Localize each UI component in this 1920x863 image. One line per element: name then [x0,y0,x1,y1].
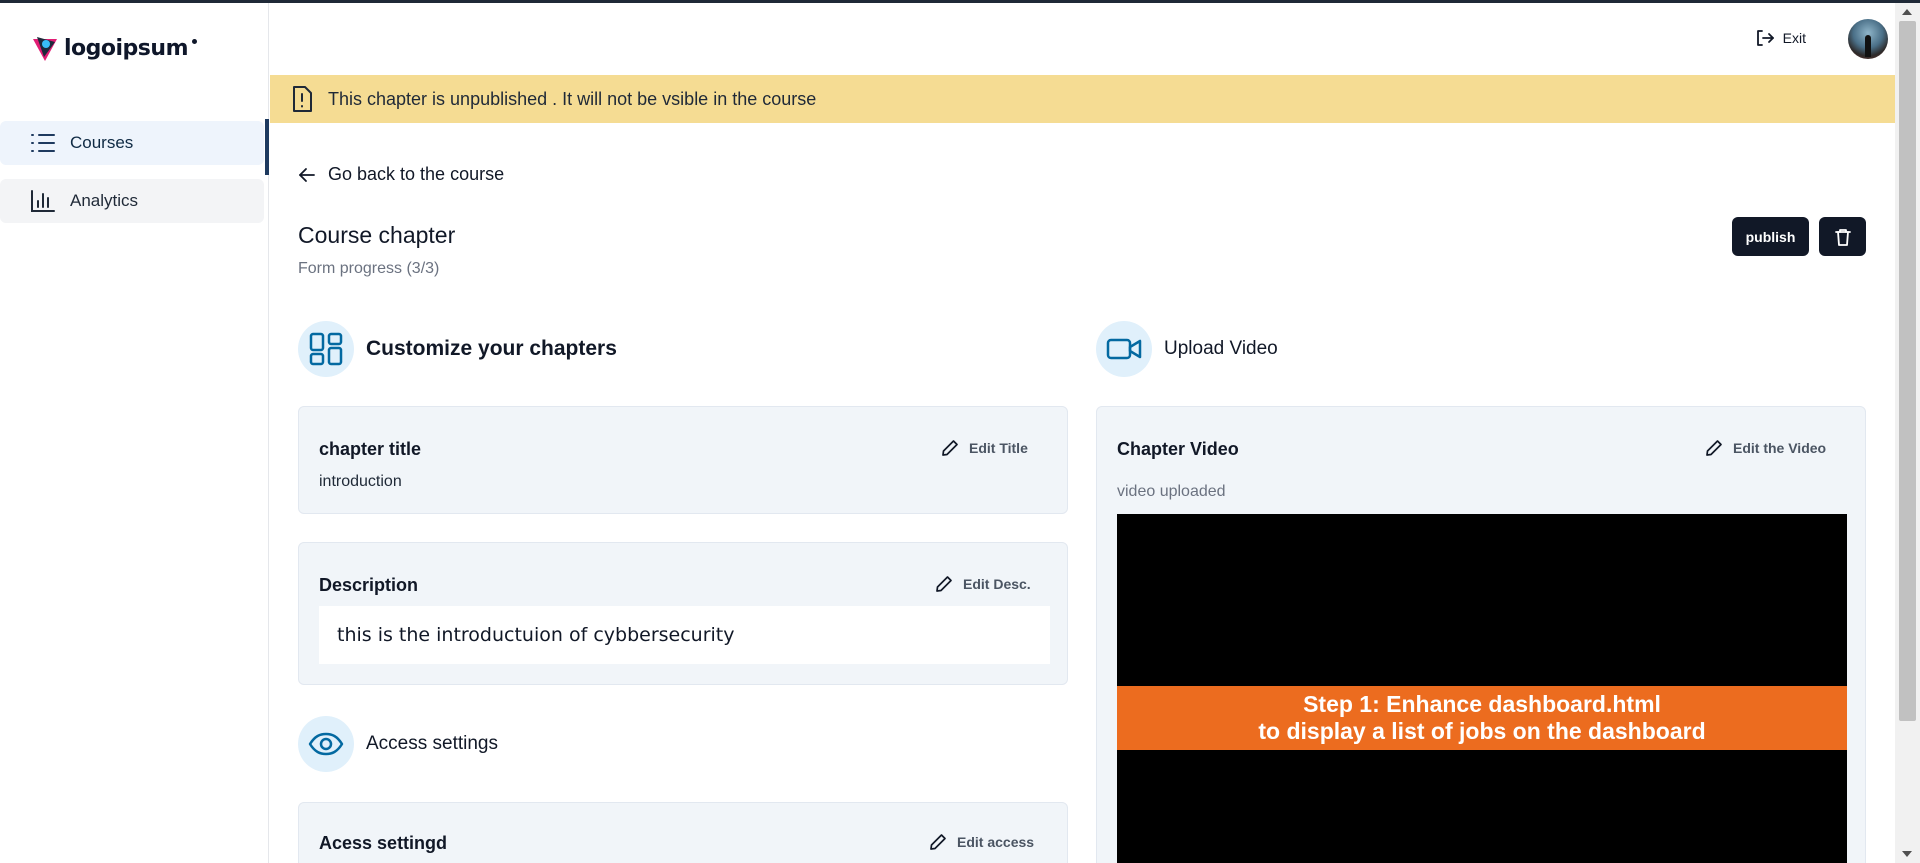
video-caption: Step 1: Enhance dashboard.html to displa… [1117,686,1847,750]
eye-icon [298,716,354,772]
bar-chart-icon [31,190,55,212]
alert-file-icon [293,86,312,112]
pencil-icon [930,834,946,850]
pencil-icon [936,576,952,592]
sidebar-item-label: Courses [70,133,134,152]
trash-icon [1834,228,1851,246]
access-card-label: Acess settingd [319,833,448,853]
video-title: Upload Video [1164,338,1278,359]
description-value: this is the introductuion of cybbersecur… [319,606,1050,664]
logo-icon [33,37,57,61]
back-to-course-link[interactable]: Go back to the course [298,164,504,185]
edit-title-label: Edit Title [969,440,1028,456]
scroll-up-arrow-icon[interactable] [1902,9,1912,15]
publish-button[interactable]: publish [1732,217,1809,256]
video-caption-line-2: to display a list of jobs on the dashboa… [1258,718,1706,744]
video-camera-icon [1096,321,1152,377]
exit-label: Exit [1782,30,1806,46]
edit-description-label: Edit Desc. [963,576,1031,592]
description-label: Description [319,575,419,595]
delete-button[interactable] [1819,217,1866,256]
list-icon [31,134,55,152]
arrow-left-icon [299,167,315,182]
logo-dot [192,38,197,44]
edit-video-button[interactable]: Edit the Video [1705,439,1826,457]
description-card: Description Edit Desc. this is the intro… [298,542,1068,685]
sidebar-item-courses[interactable]: Courses [0,119,269,175]
logo[interactable]: logoipsum [30,33,197,63]
exit-button[interactable]: Exit [1755,29,1806,47]
video-section-header: Upload Video [1096,321,1278,377]
banner-text: This chapter is unpublished . It will no… [328,88,817,109]
chapter-video-label: Chapter Video [1117,439,1239,459]
layout-dashboard-icon [298,321,354,377]
log-out-icon [1756,30,1774,46]
edit-access-button[interactable]: Edit access [929,833,1034,851]
edit-title-button[interactable]: Edit Title [941,439,1028,457]
page-title: Course chapter [298,222,456,248]
edit-video-label: Edit the Video [1733,440,1827,456]
sidebar-item-label: Analytics [70,191,139,210]
access-title: Access settings [366,733,498,754]
chapter-title-card: chapter title introduction Edit Title [298,406,1068,514]
sidebar-item-analytics[interactable]: Analytics [0,179,264,223]
customize-title: Customize your chapters [366,337,617,360]
video-status: video uploaded [1117,483,1226,500]
page-scrollbar[interactable] [1895,3,1920,863]
form-progress: Form progress (3/3) [298,260,440,277]
pencil-icon [1706,440,1722,456]
edit-description-button[interactable]: Edit Desc. [935,575,1031,593]
edit-access-label: Edit access [957,834,1035,850]
chapter-video-card: Chapter Video Edit the Video video uploa… [1096,406,1866,863]
video-caption-line-1: Step 1: Enhance dashboard.html [1303,691,1661,717]
access-settings-card: Acess settingd Edit access [298,802,1068,863]
back-link-label: Go back to the course [328,164,505,184]
scroll-thumb[interactable] [1899,21,1916,721]
chapter-title-label: chapter title [319,439,422,459]
pencil-icon [942,440,958,456]
chapter-title-value: introduction [319,473,402,490]
video-player[interactable]: Step 1: Enhance dashboard.html to displa… [1117,514,1847,863]
avatar[interactable] [1848,19,1888,59]
sidebar: logoipsum Courses Analytics [0,3,269,863]
top-header: Exit [270,3,1895,75]
logo-text: logoipsum [64,35,189,61]
customize-section-header: Customize your chapters [298,321,617,377]
access-section-header: Access settings [298,716,498,772]
scroll-down-arrow-icon[interactable] [1902,851,1912,857]
unpublished-banner: This chapter is unpublished . It will no… [270,75,1895,123]
